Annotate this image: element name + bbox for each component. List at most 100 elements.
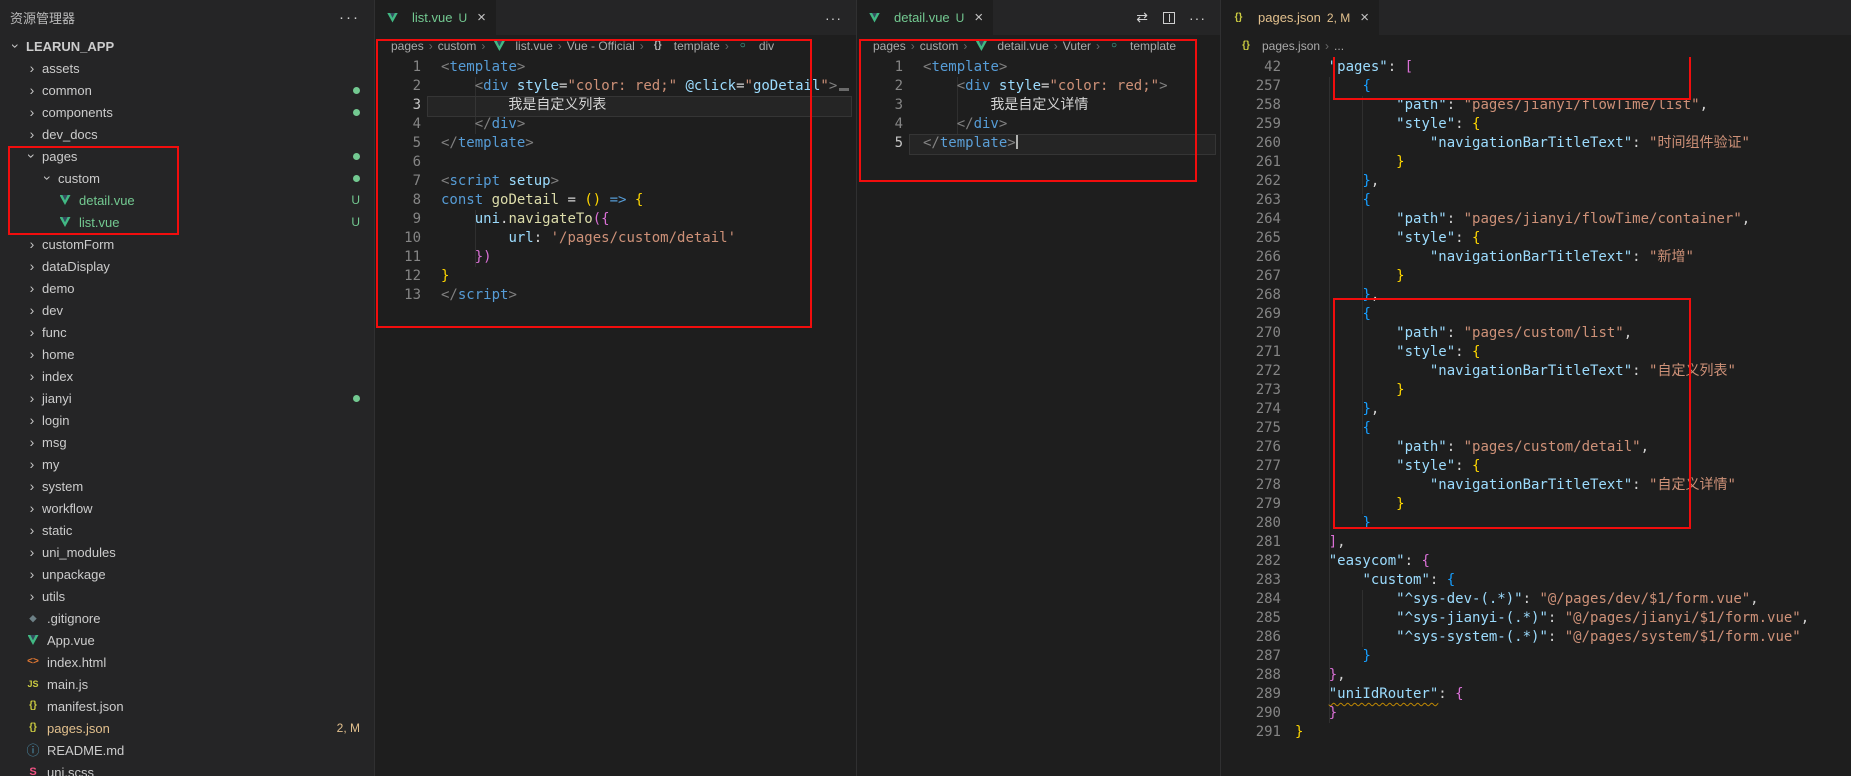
tab-pages-json[interactable]: {} pages.json 2, M ×	[1221, 0, 1380, 35]
tree-folder-dataDisplay[interactable]: ›dataDisplay	[0, 255, 374, 277]
tree-folder-demo[interactable]: ›demo	[0, 277, 374, 299]
tree-folder-dev[interactable]: ›dev	[0, 299, 374, 321]
code-line-290[interactable]: 290 }	[1221, 704, 1851, 723]
breadcrumb-item[interactable]: {}template	[649, 39, 720, 53]
tree-file-pages.json[interactable]: {}pages.json2, M	[0, 717, 374, 739]
tree-folder-msg[interactable]: ›msg	[0, 431, 374, 453]
tree-file-manifest.json[interactable]: {}manifest.json	[0, 695, 374, 717]
code-line-275[interactable]: 275 {	[1221, 419, 1851, 438]
tree-folder-components[interactable]: ›components	[0, 101, 374, 123]
tree-folder-utils[interactable]: ›utils	[0, 585, 374, 607]
tab-detail-vue[interactable]: detail.vue U ×	[857, 0, 994, 35]
close-icon[interactable]: ×	[477, 10, 486, 25]
code-line-276[interactable]: 276 "path": "pages/custom/detail",	[1221, 438, 1851, 457]
tab-list-vue[interactable]: list.vue U ×	[375, 0, 497, 35]
compare-changes-icon[interactable]: ⇄	[1136, 9, 1149, 26]
code-line-7[interactable]: 7<script setup>	[375, 172, 856, 191]
code-line-8[interactable]: 8const goDetail = () => {	[375, 191, 856, 210]
split-editor-icon[interactable]	[1163, 12, 1175, 24]
code-line-2[interactable]: 2 <div style="color: red;">	[857, 77, 1220, 96]
tree-file-index.html[interactable]: <>index.html	[0, 651, 374, 673]
code-line-3[interactable]: 3 我是自定义列表	[375, 96, 856, 115]
code-line-274[interactable]: 274 },	[1221, 400, 1851, 419]
code-line-42[interactable]: 42 "pages": [	[1221, 58, 1851, 77]
tree-folder-login[interactable]: ›login	[0, 409, 374, 431]
code-line-273[interactable]: 273 }	[1221, 381, 1851, 400]
tree-folder-index[interactable]: ›index	[0, 365, 374, 387]
breadcrumb-item[interactable]: Vuter	[1063, 39, 1091, 53]
code-line-260[interactable]: 260 "navigationBarTitleText": "时间组件验证"	[1221, 134, 1851, 153]
tree-folder-pages[interactable]: ›pages	[0, 145, 374, 167]
code-line-262[interactable]: 262 },	[1221, 172, 1851, 191]
code-line-3[interactable]: 3 我是自定义详情	[857, 96, 1220, 115]
breadcrumb-item[interactable]: ...	[1334, 39, 1344, 53]
code-editor-list-vue[interactable]: 1<template>2 <div style="color: red;" @c…	[375, 57, 856, 776]
more-actions-icon[interactable]: ···	[1189, 10, 1206, 26]
breadcrumb-item[interactable]: pages	[391, 39, 424, 53]
code-line-263[interactable]: 263 {	[1221, 191, 1851, 210]
tree-folder-home[interactable]: ›home	[0, 343, 374, 365]
tree-folder-common[interactable]: ›common	[0, 79, 374, 101]
code-line-289[interactable]: 289 "uniIdRouter": {	[1221, 685, 1851, 704]
tree-file-.gitignore[interactable]: ◆.gitignore	[0, 607, 374, 629]
code-line-11[interactable]: 11 })	[375, 248, 856, 267]
tree-folder-jianyi[interactable]: ›jianyi	[0, 387, 374, 409]
code-line-12[interactable]: 12}	[375, 267, 856, 286]
code-line-287[interactable]: 287 }	[1221, 647, 1851, 666]
breadcrumb-item[interactable]: list.vue	[490, 39, 552, 53]
tree-folder-custom[interactable]: ›custom	[0, 167, 374, 189]
tree-folder-LEARUN_APP[interactable]: ›LEARUN_APP	[0, 35, 374, 57]
code-line-291[interactable]: 291}	[1221, 723, 1851, 742]
code-line-9[interactable]: 9 uni.navigateTo({	[375, 210, 856, 229]
code-line-279[interactable]: 279 }	[1221, 495, 1851, 514]
breadcrumb-item[interactable]: ○template	[1105, 39, 1176, 53]
tree-file-list.vue[interactable]: list.vueU	[0, 211, 374, 233]
more-actions-icon[interactable]: ···	[825, 10, 842, 26]
tree-file-README.md[interactable]: ⓘREADME.md	[0, 739, 374, 761]
code-line-272[interactable]: 272 "navigationBarTitleText": "自定义列表"	[1221, 362, 1851, 381]
breadcrumb-item[interactable]: pages	[873, 39, 906, 53]
tree-folder-uni_modules[interactable]: ›uni_modules	[0, 541, 374, 563]
code-line-278[interactable]: 278 "navigationBarTitleText": "自定义详情"	[1221, 476, 1851, 495]
tree-folder-customForm[interactable]: ›customForm	[0, 233, 374, 255]
code-line-281[interactable]: 281 ],	[1221, 533, 1851, 552]
breadcrumb-item[interactable]: custom	[438, 39, 477, 53]
tree-folder-workflow[interactable]: ›workflow	[0, 497, 374, 519]
code-editor-detail-vue[interactable]: 1<template>2 <div style="color: red;">3 …	[857, 57, 1220, 776]
code-line-261[interactable]: 261 }	[1221, 153, 1851, 172]
code-line-267[interactable]: 267 }	[1221, 267, 1851, 286]
tree-folder-system[interactable]: ›system	[0, 475, 374, 497]
code-line-258[interactable]: 258 "path": "pages/jianyi/flowTime/list"…	[1221, 96, 1851, 115]
tree-folder-my[interactable]: ›my	[0, 453, 374, 475]
breadcrumb-item[interactable]: detail.vue	[972, 39, 1048, 53]
code-line-280[interactable]: 280 }	[1221, 514, 1851, 533]
code-line-1[interactable]: 1<template>	[857, 58, 1220, 77]
code-line-5[interactable]: 5</template>	[857, 134, 1220, 153]
tree-file-App.vue[interactable]: App.vue	[0, 629, 374, 651]
code-line-282[interactable]: 282 "easycom": {	[1221, 552, 1851, 571]
code-line-2[interactable]: 2 <div style="color: red;" @click="goDet…	[375, 77, 856, 96]
code-line-285[interactable]: 285 "^sys-jianyi-(.*)": "@/pages/jianyi/…	[1221, 609, 1851, 628]
tree-folder-unpackage[interactable]: ›unpackage	[0, 563, 374, 585]
code-line-271[interactable]: 271 "style": {	[1221, 343, 1851, 362]
code-line-259[interactable]: 259 "style": {	[1221, 115, 1851, 134]
more-actions-icon[interactable]: ···	[339, 9, 360, 26]
tree-folder-dev_docs[interactable]: ›dev_docs	[0, 123, 374, 145]
code-line-13[interactable]: 13</script>	[375, 286, 856, 305]
breadcrumb-item[interactable]: {}pages.json	[1237, 39, 1320, 53]
code-line-288[interactable]: 288 },	[1221, 666, 1851, 685]
tree-file-uni.scss[interactable]: Suni.scss	[0, 761, 374, 776]
code-line-270[interactable]: 270 "path": "pages/custom/list",	[1221, 324, 1851, 343]
tree-file-main.js[interactable]: JSmain.js	[0, 673, 374, 695]
code-line-269[interactable]: 269 {	[1221, 305, 1851, 324]
code-line-264[interactable]: 264 "path": "pages/jianyi/flowTime/conta…	[1221, 210, 1851, 229]
code-line-257[interactable]: 257 {	[1221, 77, 1851, 96]
code-line-10[interactable]: 10 url: '/pages/custom/detail'	[375, 229, 856, 248]
code-line-265[interactable]: 265 "style": {	[1221, 229, 1851, 248]
tree-folder-static[interactable]: ›static	[0, 519, 374, 541]
code-line-1[interactable]: 1<template>	[375, 58, 856, 77]
code-line-284[interactable]: 284 "^sys-dev-(.*)": "@/pages/dev/$1/for…	[1221, 590, 1851, 609]
code-line-286[interactable]: 286 "^sys-system-(.*)": "@/pages/system/…	[1221, 628, 1851, 647]
code-editor-pages-json[interactable]: 42 "pages": [257 {258 "path": "pages/jia…	[1221, 57, 1851, 776]
code-line-277[interactable]: 277 "style": {	[1221, 457, 1851, 476]
